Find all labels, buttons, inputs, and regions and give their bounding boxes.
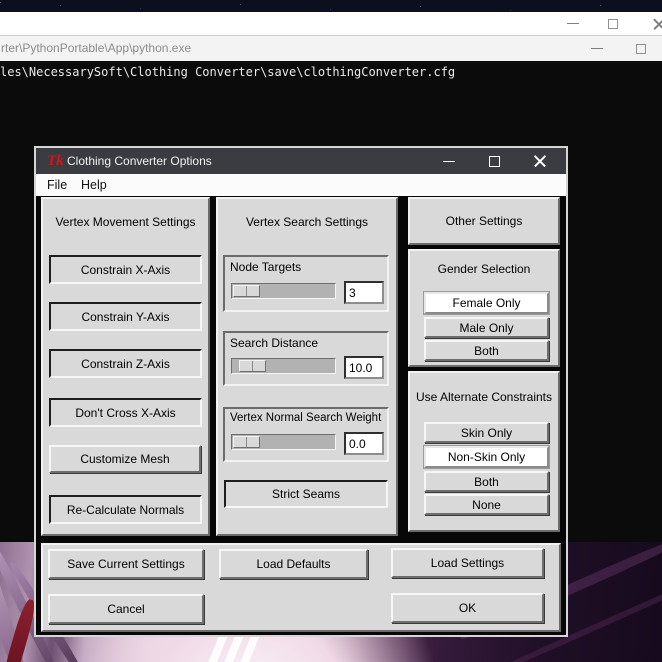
vertex-movement-panel: Vertex Movement Settings Constrain X-Axi… bbox=[41, 197, 210, 536]
other-settings-panel: Other Settings bbox=[408, 197, 560, 245]
slider-handle-line bbox=[252, 361, 253, 371]
save-current-settings-button[interactable]: Save Current Settings bbox=[48, 549, 204, 579]
dialog-maximize-button[interactable] bbox=[481, 148, 507, 174]
desktop-background bbox=[0, 0, 662, 12]
gender-selection-header: Gender Selection bbox=[410, 262, 558, 276]
console-output-line: les\NecessarySoft\Clothing Converter\sav… bbox=[0, 65, 455, 79]
maximize-icon bbox=[608, 19, 618, 29]
node-targets-label: Node Targets bbox=[230, 260, 301, 274]
screen: rter\PythonPortable\App\python.exe les\N… bbox=[0, 0, 662, 662]
ok-button[interactable]: OK bbox=[391, 593, 544, 623]
slider-handle[interactable] bbox=[239, 360, 266, 372]
load-defaults-button[interactable]: Load Defaults bbox=[219, 549, 368, 579]
background-window-titlebar bbox=[0, 12, 662, 35]
vertex-movement-header: Vertex Movement Settings bbox=[43, 215, 208, 229]
tk-app-icon: Tk bbox=[47, 152, 64, 170]
node-targets-group: Node Targets bbox=[223, 255, 389, 312]
node-targets-input[interactable] bbox=[344, 281, 384, 304]
slider-handle[interactable] bbox=[233, 285, 260, 297]
bg-maximize-button[interactable] bbox=[602, 12, 624, 35]
menu-file[interactable]: File bbox=[44, 177, 70, 193]
menu-help[interactable]: Help bbox=[78, 177, 110, 193]
vertex-normal-weight-slider[interactable] bbox=[231, 434, 336, 450]
gender-both-button[interactable]: Both bbox=[424, 340, 549, 361]
search-distance-label: Search Distance bbox=[230, 336, 318, 350]
console-minimize-button[interactable] bbox=[586, 36, 608, 61]
gender-male-only-button[interactable]: Male Only bbox=[424, 317, 549, 338]
close-icon bbox=[533, 154, 547, 168]
dialog-title: Clothing Converter Options bbox=[67, 154, 212, 168]
console-window-title: rter\PythonPortable\App\python.exe bbox=[1, 41, 191, 55]
strict-seams-button[interactable]: Strict Seams bbox=[224, 480, 388, 508]
alternate-constraints-panel: Use Alternate Constraints Skin Only Non-… bbox=[408, 371, 560, 532]
constraints-both-button[interactable]: Both bbox=[424, 471, 549, 492]
slider-handle-line bbox=[246, 286, 247, 296]
other-settings-header: Other Settings bbox=[446, 214, 523, 228]
cancel-button[interactable]: Cancel bbox=[48, 594, 204, 624]
constraints-non-skin-only-button[interactable]: Non-Skin Only bbox=[424, 446, 549, 468]
node-targets-slider[interactable] bbox=[231, 283, 336, 299]
dialog-minimize-button[interactable] bbox=[436, 148, 462, 174]
maximize-icon bbox=[636, 44, 646, 54]
constraints-none-button[interactable]: None bbox=[424, 494, 549, 515]
constrain-y-axis-button[interactable]: Constrain Y-Axis bbox=[49, 302, 202, 331]
slider-handle[interactable] bbox=[233, 436, 260, 448]
minimize-icon bbox=[567, 23, 579, 24]
minimize-icon bbox=[591, 48, 603, 49]
customize-mesh-button[interactable]: Customize Mesh bbox=[49, 445, 201, 473]
star-speckles bbox=[0, 2, 1, 3]
bg-minimize-button[interactable] bbox=[562, 12, 584, 35]
vertex-normal-weight-label: Vertex Normal Search Weight bbox=[230, 412, 381, 424]
recalculate-normals-button[interactable]: Re-Calculate Normals bbox=[49, 495, 202, 524]
dialog-menubar: File Help bbox=[36, 174, 566, 196]
slider-handle-line bbox=[246, 437, 247, 447]
search-distance-group: Search Distance bbox=[223, 331, 389, 386]
vertex-normal-weight-input[interactable] bbox=[344, 432, 384, 455]
console-window-titlebar: rter\PythonPortable\App\python.exe bbox=[0, 35, 662, 61]
vertex-normal-weight-group: Vertex Normal Search Weight bbox=[223, 407, 389, 462]
close-icon bbox=[652, 17, 662, 31]
console-maximize-button[interactable] bbox=[630, 36, 652, 61]
dialog-close-button[interactable] bbox=[527, 148, 553, 174]
dialog-titlebar[interactable]: Tk Clothing Converter Options bbox=[36, 148, 566, 174]
maximize-icon bbox=[489, 156, 500, 167]
bg-close-button[interactable] bbox=[648, 12, 662, 35]
vertex-search-header: Vertex Search Settings bbox=[218, 215, 396, 229]
constraints-skin-only-button[interactable]: Skin Only bbox=[424, 422, 549, 443]
minimize-icon bbox=[443, 161, 455, 162]
load-settings-button[interactable]: Load Settings bbox=[391, 548, 544, 578]
clothing-converter-options-dialog: Tk Clothing Converter Options File Help … bbox=[36, 148, 566, 635]
dont-cross-x-axis-button[interactable]: Don't Cross X-Axis bbox=[49, 398, 202, 427]
gender-selection-panel: Gender Selection Female Only Male Only B… bbox=[408, 249, 560, 367]
constrain-x-axis-button[interactable]: Constrain X-Axis bbox=[49, 255, 202, 284]
footer-panel: Save Current Settings Load Defaults Load… bbox=[41, 543, 561, 632]
gender-female-only-button[interactable]: Female Only bbox=[424, 292, 549, 314]
vertex-search-panel: Vertex Search Settings Node Targets Sear… bbox=[216, 197, 398, 536]
alternate-constraints-header: Use Alternate Constraints bbox=[410, 390, 558, 404]
search-distance-input[interactable] bbox=[344, 356, 384, 379]
search-distance-slider[interactable] bbox=[231, 358, 336, 374]
constrain-z-axis-button[interactable]: Constrain Z-Axis bbox=[49, 349, 202, 378]
